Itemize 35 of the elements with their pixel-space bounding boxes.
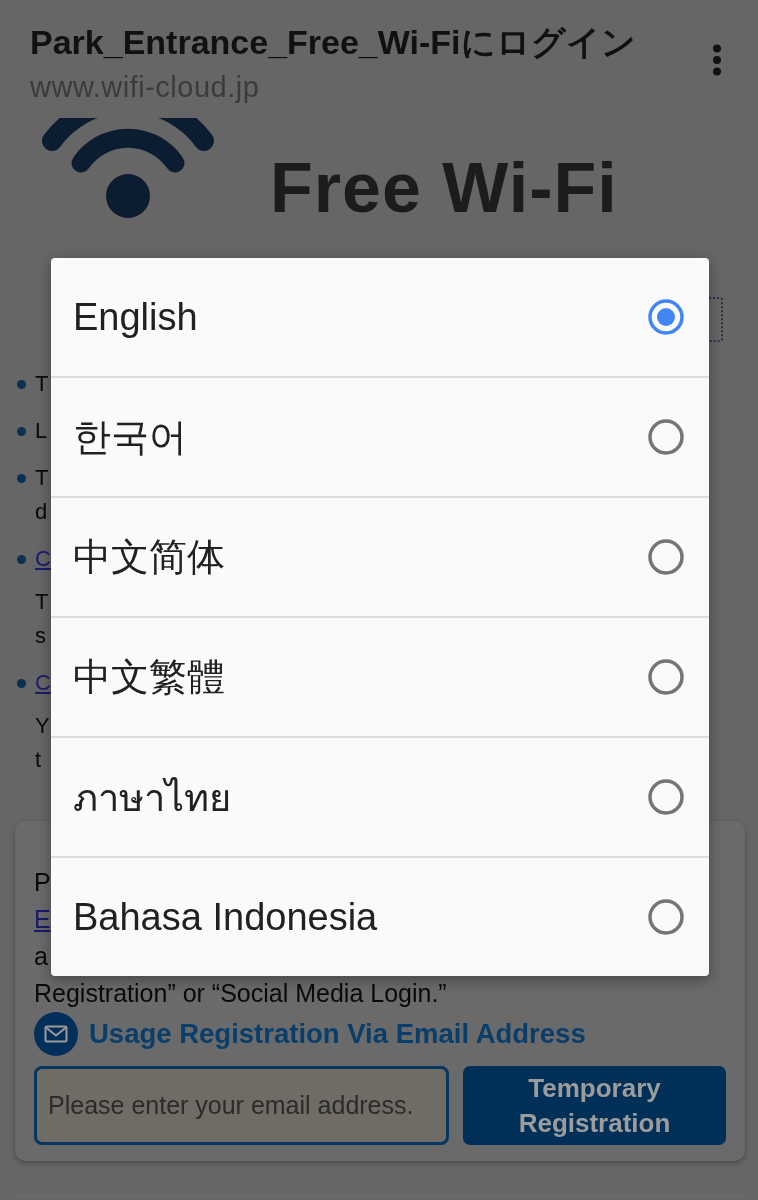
note-text: s [35, 622, 46, 650]
radio-icon[interactable] [648, 299, 684, 335]
language-option[interactable]: ภาษาไทย [51, 738, 709, 858]
card-text: a [34, 941, 48, 972]
card-text: P [34, 867, 51, 898]
note-text: T [35, 464, 49, 492]
bullet-icon [17, 379, 26, 389]
note-text: T [35, 588, 49, 616]
radio-icon[interactable] [648, 899, 684, 935]
envelope-icon [34, 1012, 78, 1056]
bullet-icon [17, 473, 26, 483]
note-text: L [35, 417, 48, 445]
page-title: Park_Entrance_Free_Wi-Fiにログイン [30, 22, 636, 62]
bullet-icon [17, 554, 26, 564]
email-input[interactable]: Please enter your email address. [34, 1066, 449, 1145]
note-text: T [35, 370, 49, 398]
note-text: t [35, 746, 42, 774]
radio-icon[interactable] [648, 779, 684, 815]
radio-icon[interactable] [648, 659, 684, 695]
language-option[interactable]: Bahasa Indonesia [51, 858, 709, 976]
language-option[interactable]: English [51, 258, 709, 378]
language-option[interactable]: 中文繁體 [51, 618, 709, 738]
section-heading: Usage Registration Via Email Address [89, 1017, 586, 1051]
logo-text: Free Wi-Fi [270, 153, 618, 223]
more-menu-icon[interactable] [711, 44, 723, 76]
language-option[interactable]: 中文简体 [51, 498, 709, 618]
radio-icon[interactable] [648, 419, 684, 455]
note-text: d [35, 498, 48, 526]
bullet-icon [17, 678, 26, 688]
registration-button[interactable]: Temporary Registration [463, 1066, 726, 1145]
bullet-icon [17, 426, 26, 436]
radio-icon[interactable] [648, 539, 684, 575]
note-text: Y [35, 712, 50, 740]
language-option[interactable]: 한국어 [51, 378, 709, 498]
card-text: Registration” or “Social Media Login.” [34, 978, 447, 1009]
